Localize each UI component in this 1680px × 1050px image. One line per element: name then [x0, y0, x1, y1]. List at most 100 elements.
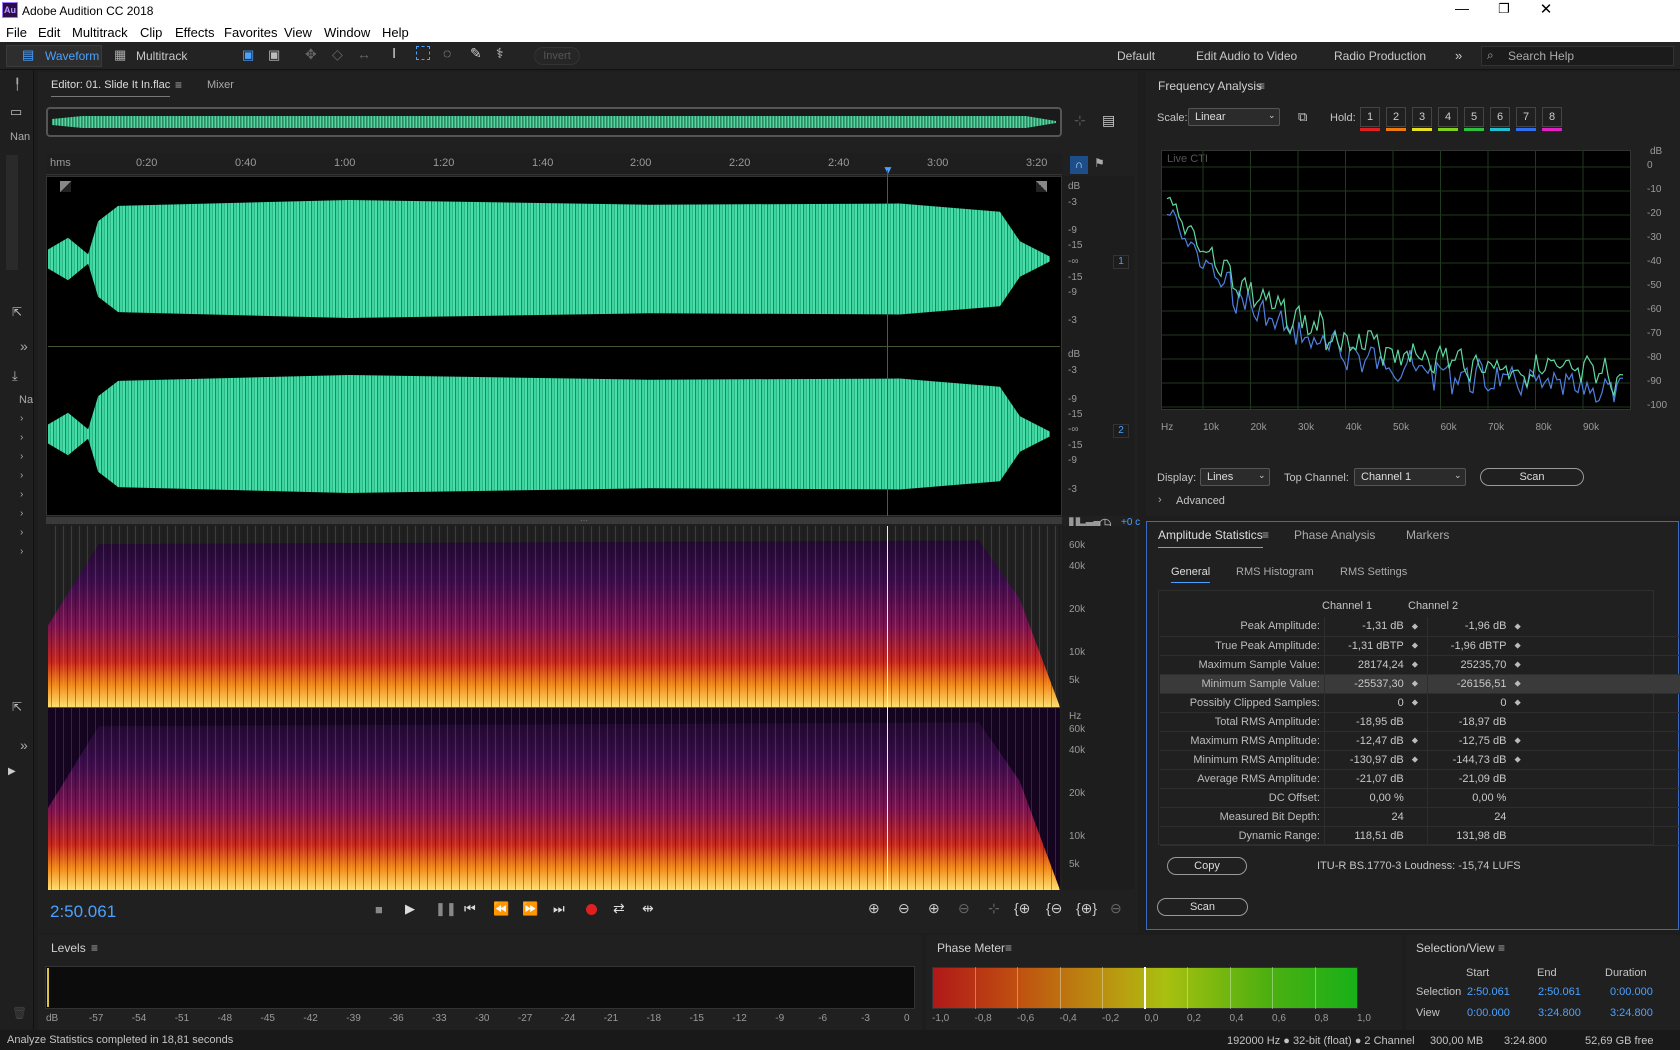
close-icon[interactable]: ✕ — [1536, 0, 1556, 20]
restore-icon[interactable]: ❐ — [1494, 1, 1514, 21]
loop-button[interactable]: ⇄ — [613, 900, 625, 917]
pin-marker-icon[interactable]: ⚑ — [1094, 156, 1105, 170]
menu-clip[interactable]: Clip — [140, 25, 162, 40]
stats-row[interactable]: True Peak Amplitude: -1,31 dBTP ⬥ -1,96 dBT… — [1160, 636, 1680, 656]
play-small-icon[interactable]: ▶ — [8, 766, 16, 777]
snap-icon[interactable]: ∩ — [1070, 156, 1088, 174]
menu-view[interactable]: View — [284, 25, 312, 40]
export-icon[interactable]: ⇱ — [12, 305, 22, 319]
spot-healing-icon[interactable]: ⚕ — [496, 45, 504, 62]
expand-arrow-icon[interactable]: › — [20, 546, 23, 557]
chevron-right-icon[interactable]: › — [1158, 494, 1162, 506]
expand-arrow-icon[interactable]: › — [20, 508, 23, 519]
stats-row[interactable]: Measured Bit Depth: 24 24 — [1160, 807, 1680, 827]
multitrack-button[interactable]: Multitrack — [136, 47, 187, 65]
pause-button[interactable]: ❚❚ — [435, 901, 457, 917]
menu-effects[interactable]: Effects — [175, 25, 215, 40]
menu-multitrack[interactable]: Multitrack — [72, 25, 128, 40]
spectral-pitch-icon[interactable]: ▣ — [268, 47, 280, 63]
play-button[interactable]: ▶ — [405, 901, 415, 917]
minimize-icon[interactable]: — — [1452, 0, 1472, 20]
selection-duration-field[interactable]: 0:00.000 — [1610, 986, 1653, 998]
menu-favorites[interactable]: Favorites — [224, 25, 277, 40]
move-to-end-button[interactable]: ⏭ — [553, 901, 565, 917]
import-icon[interactable]: ⤓ — [12, 368, 18, 384]
stats-row[interactable]: Minimum Sample Value: -25537,30 ⬥ -26156,51… — [1160, 674, 1680, 694]
stop-button[interactable]: ■ — [375, 902, 383, 917]
pin-icon[interactable]: ⬥ — [1510, 693, 1530, 713]
fade-out-handle-icon[interactable] — [1036, 181, 1047, 192]
expand-arrow-icon[interactable]: › — [20, 470, 23, 481]
tab-phase-analysis[interactable]: Phase Analysis — [1294, 522, 1375, 548]
stats-row[interactable]: Peak Amplitude: -1,31 dB ⬥ -1,96 dB ⬥ — [1160, 617, 1680, 637]
zoom-in-amplitude-icon[interactable]: ⊕ — [868, 900, 880, 917]
stats-row[interactable]: Maximum Sample Value: 28174,24 ⬥ 25235,70 ⬥ — [1160, 655, 1680, 675]
hold-button-8[interactable]: 8 — [1542, 107, 1562, 127]
scale-dropdown[interactable]: Linear — [1188, 108, 1280, 126]
spectral-waveform-icon[interactable]: ▣ — [242, 47, 254, 63]
stats-row[interactable]: DC Offset: 0,00 % 0,00 % — [1160, 788, 1680, 808]
expand-panel-icon[interactable]: » — [20, 737, 28, 753]
pin-icon[interactable]: ⬥ — [1510, 655, 1530, 675]
lasso-tool-icon[interactable]: ◌ — [443, 45, 451, 61]
pin-icon[interactable]: ⬥ — [1510, 617, 1530, 637]
expand-arrow-icon[interactable]: › — [20, 489, 23, 500]
expand-arrow-icon[interactable]: › — [20, 451, 23, 462]
stats-row[interactable]: Possibly Clipped Samples: 0 ⬥ 0 ⬥ — [1160, 693, 1680, 713]
record-button[interactable] — [586, 904, 597, 915]
frequency-scan-button[interactable]: Scan — [1480, 468, 1584, 486]
zoom-out-left-icon[interactable]: {⊖ — [1046, 900, 1062, 917]
pin-icon[interactable]: ⬥ — [1407, 693, 1428, 713]
export-icon[interactable]: ⇱ — [12, 700, 22, 714]
pin-icon[interactable]: ⬥ — [1407, 636, 1428, 656]
panel-menu-icon[interactable]: ≡ — [1258, 79, 1265, 93]
panel-menu-icon[interactable]: ≡ — [1262, 528, 1269, 542]
stats-row[interactable]: Average RMS Amplitude: -21,07 dB -21,09 dB — [1160, 769, 1680, 789]
pin-icon[interactable]: ⬥ — [1510, 750, 1530, 770]
levels-meter[interactable] — [45, 966, 915, 1009]
zoom-reset-icon[interactable]: ⊖ — [1110, 900, 1122, 917]
expand-arrow-icon[interactable]: › — [20, 527, 23, 538]
brush-tool-icon[interactable]: ✎ — [470, 45, 482, 62]
hold-button-4[interactable]: 4 — [1438, 107, 1458, 127]
workspace-default[interactable]: Default — [1117, 47, 1155, 65]
selection-start-field[interactable]: 2:50.061 — [1467, 986, 1510, 998]
zoom-in-time-icon[interactable]: ⊕ — [928, 900, 940, 917]
more-workspaces-icon[interactable]: » — [1455, 47, 1462, 65]
zoom-selection-icon[interactable]: ⊹ — [988, 900, 1000, 917]
zoom-in-left-icon[interactable]: {⊕ — [1014, 900, 1030, 917]
folder-icon[interactable]: ▭ — [10, 104, 22, 120]
current-time-display[interactable]: 2:50.061 — [50, 902, 116, 922]
copy-graph-icon[interactable]: ⧉ — [1298, 109, 1307, 125]
fade-in-handle-icon[interactable] — [60, 181, 71, 192]
mixer-tab[interactable]: Mixer — [207, 73, 234, 97]
channel-2-label[interactable]: 2 — [1113, 424, 1129, 438]
time-ruler[interactable] — [46, 153, 1062, 175]
tab-markers[interactable]: Markers — [1406, 522, 1449, 548]
zoom-out-amplitude-icon[interactable]: ⊖ — [898, 900, 910, 917]
workspace-edit-audio-to-video[interactable]: Edit Audio to Video — [1196, 47, 1297, 65]
slip-tool-icon[interactable]: ↔ — [357, 46, 371, 62]
subtab-rms-settings[interactable]: RMS Settings — [1340, 561, 1407, 583]
menu-edit[interactable]: Edit — [38, 25, 60, 40]
trash-icon[interactable]: 🗑 — [12, 1006, 27, 1020]
selection-end-field[interactable]: 2:50.061 — [1538, 986, 1581, 998]
hold-button-6[interactable]: 6 — [1490, 107, 1510, 127]
stats-row[interactable]: Total RMS Amplitude: -18,95 dB -18,97 dB — [1160, 712, 1680, 732]
editor-tab-menu-icon[interactable]: ≡ — [175, 78, 182, 92]
pin-icon[interactable]: ⬥ — [1510, 636, 1530, 656]
razor-tool-icon[interactable]: ◇ — [332, 46, 343, 63]
zoom-out-full-icon[interactable]: ⊖ — [958, 900, 970, 917]
pin-icon[interactable]: ⬥ — [1407, 674, 1428, 694]
pin-icon[interactable]: ⬥ — [1510, 731, 1530, 751]
pin-icon[interactable]: ⬥ — [1407, 655, 1428, 675]
fast-forward-button[interactable]: ⏩ — [522, 901, 538, 917]
view-end-field[interactable]: 3:24.800 — [1538, 1007, 1581, 1019]
pin-icon[interactable]: ⬥ — [1407, 617, 1428, 637]
subtab-rms-histogram[interactable]: RMS Histogram — [1236, 561, 1314, 583]
marquee-tool-icon[interactable] — [416, 46, 430, 60]
stats-row[interactable]: Dynamic Range: 118,51 dB 131,98 dB — [1160, 826, 1680, 846]
hold-button-7[interactable]: 7 — [1516, 107, 1536, 127]
panel-menu-icon[interactable]: ≡ — [1498, 941, 1505, 955]
zoom-to-selection-icon[interactable]: ⊹ — [1074, 112, 1086, 129]
